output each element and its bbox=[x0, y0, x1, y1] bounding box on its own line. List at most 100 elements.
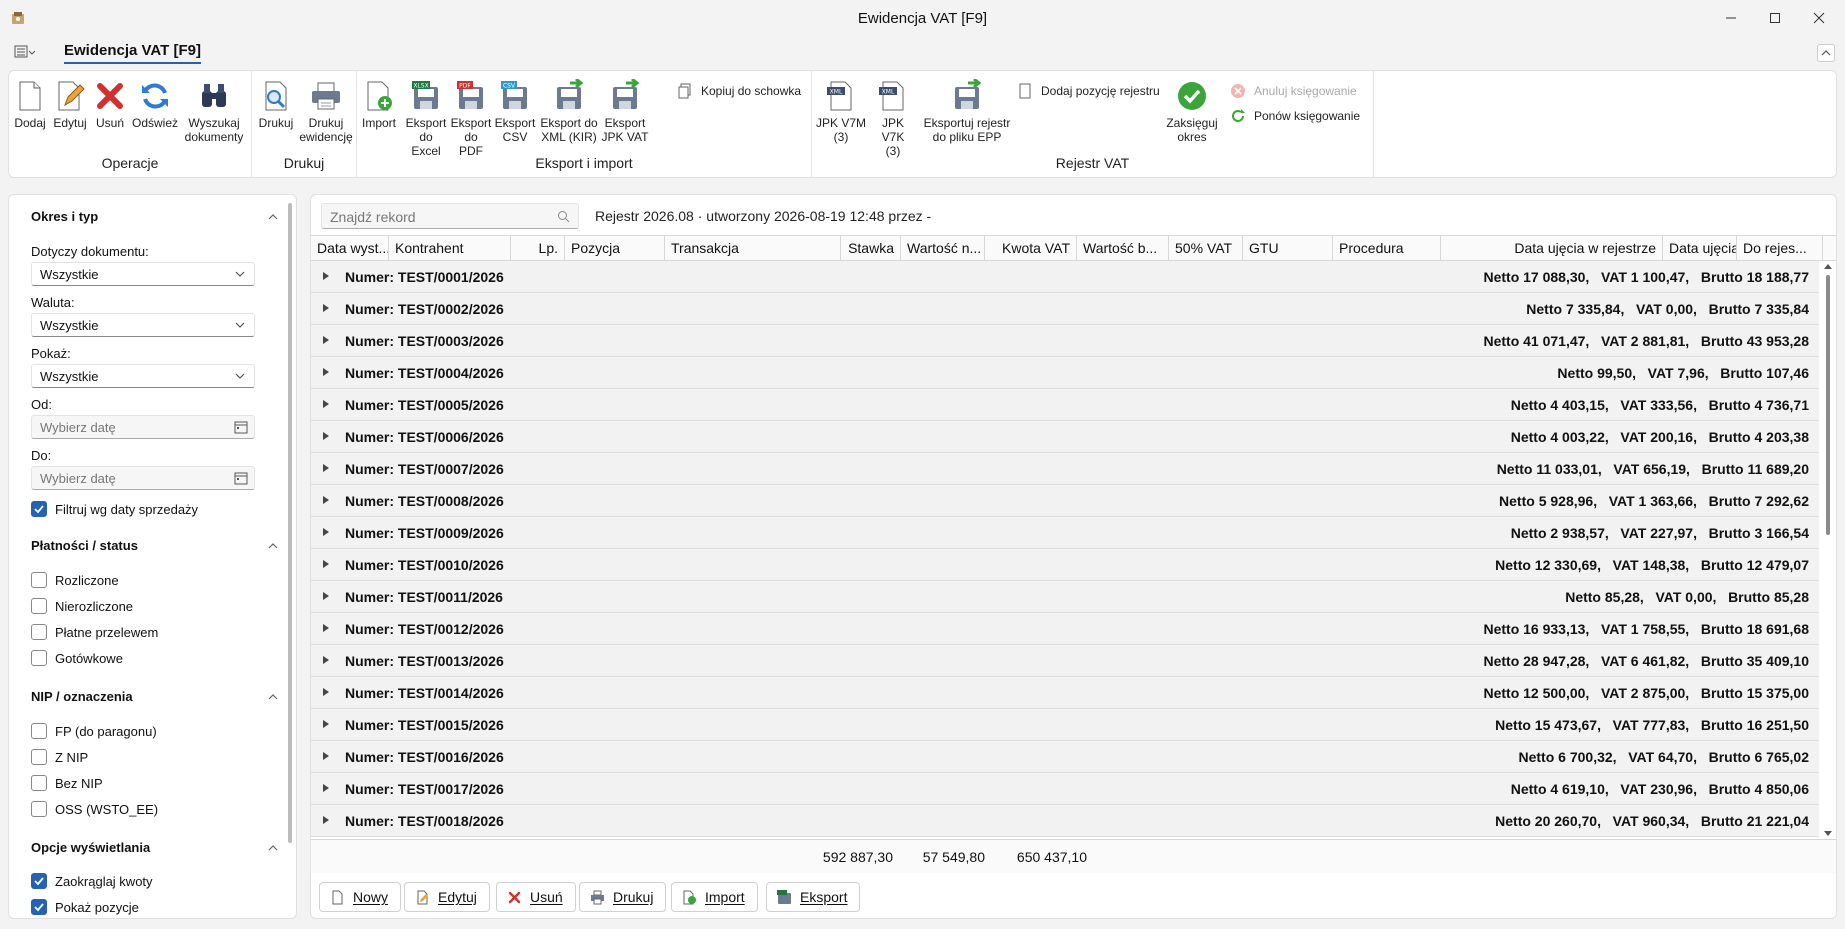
chevron-up-icon[interactable] bbox=[266, 843, 280, 853]
expand-triangle-icon[interactable] bbox=[323, 272, 329, 280]
oss-checkbox[interactable]: OSS (WSTO_EE) bbox=[31, 801, 158, 817]
chevron-up-icon[interactable] bbox=[266, 212, 280, 222]
column-header[interactable]: Pozycja bbox=[565, 236, 665, 261]
search-input[interactable]: Znajdź rekord bbox=[321, 203, 579, 229]
column-header[interactable]: Wartość n... bbox=[901, 236, 985, 261]
eksport-pdf-button[interactable]: PDF Eksport do PDF bbox=[451, 79, 491, 158]
edytuj-bottom-button[interactable]: Edytuj bbox=[404, 882, 490, 912]
column-header[interactable]: Kontrahent bbox=[389, 236, 511, 261]
group-row[interactable]: Numer: TEST/0017/2026 Netto 4 619,10, VAT… bbox=[311, 773, 1819, 805]
group-row[interactable]: Numer: TEST/0009/2026 Netto 2 938,57, VAT… bbox=[311, 517, 1819, 549]
nowy-button[interactable]: Nowy bbox=[319, 882, 402, 912]
group-row[interactable]: Numer: TEST/0014/2026 Netto 12 500,00, VA… bbox=[311, 677, 1819, 709]
expand-triangle-icon[interactable] bbox=[323, 528, 329, 536]
z-nip-checkbox[interactable]: Z NIP bbox=[31, 749, 88, 765]
usun-button[interactable]: Usuń bbox=[94, 79, 126, 130]
group-row[interactable]: Numer: TEST/0003/2026 Netto 41 071,47, VA… bbox=[311, 325, 1819, 357]
column-header[interactable]: Procedura bbox=[1333, 236, 1441, 261]
section-okres-i-typ[interactable]: Okres i typ bbox=[31, 209, 98, 224]
expand-triangle-icon[interactable] bbox=[323, 752, 329, 760]
expand-triangle-icon[interactable] bbox=[323, 720, 329, 728]
section-nip-oznaczenia[interactable]: NIP / oznaczenia bbox=[31, 689, 133, 704]
section-platnosci-status[interactable]: Płatności / status bbox=[31, 538, 138, 553]
expand-triangle-icon[interactable] bbox=[323, 688, 329, 696]
expand-triangle-icon[interactable] bbox=[323, 624, 329, 632]
group-row[interactable]: Numer: TEST/0008/2026 Netto 5 928,96, VAT… bbox=[311, 485, 1819, 517]
zaksieguj-okres-button[interactable]: Zaksięguj okres bbox=[1164, 79, 1220, 144]
rozliczone-checkbox[interactable]: Rozliczone bbox=[31, 572, 119, 588]
bez-nip-checkbox[interactable]: Bez NIP bbox=[31, 775, 103, 791]
group-row[interactable]: Numer: TEST/0012/2026 Netto 16 933,13, VA… bbox=[311, 613, 1819, 645]
group-row[interactable]: Numer: TEST/0013/2026 Netto 28 947,28, VA… bbox=[311, 645, 1819, 677]
column-header[interactable]: Transakcja bbox=[665, 236, 841, 261]
group-row[interactable]: Numer: TEST/0007/2026 Netto 11 033,01, VA… bbox=[311, 453, 1819, 485]
expand-triangle-icon[interactable] bbox=[323, 368, 329, 376]
close-button[interactable] bbox=[1796, 0, 1842, 36]
group-row[interactable]: Numer: TEST/0005/2026 Netto 4 403,15, VAT… bbox=[311, 389, 1819, 421]
eksport-jpk-vat-button[interactable]: Eksport JPK VAT bbox=[601, 79, 649, 144]
filtruj-sprzedaz-checkbox[interactable]: Filtruj wg daty sprzedaży bbox=[31, 501, 198, 517]
column-header[interactable]: Data ujęcia w rejestrze bbox=[1441, 236, 1663, 261]
calendar-icon[interactable] bbox=[234, 471, 248, 485]
od-date-input[interactable]: Wybierz datę bbox=[31, 415, 255, 439]
column-header[interactable]: Stawka bbox=[841, 236, 901, 261]
scroll-up-icon[interactable] bbox=[1824, 264, 1832, 269]
jpk-v7m-button[interactable]: XML JPK V7M (3) bbox=[816, 79, 866, 144]
drukuj-button[interactable]: Drukuj bbox=[258, 79, 294, 130]
dotyczy-select[interactable]: Wszystkie bbox=[31, 262, 255, 286]
expand-triangle-icon[interactable] bbox=[323, 592, 329, 600]
section-opcje-wyswietlania[interactable]: Opcje wyświetlania bbox=[31, 840, 150, 855]
group-row[interactable]: Numer: TEST/0011/2026 Netto 85,28, VAT 0,… bbox=[311, 581, 1819, 613]
nierozliczone-checkbox[interactable]: Nierozliczone bbox=[31, 598, 133, 614]
collapse-ribbon-button[interactable] bbox=[1817, 44, 1835, 62]
expand-triangle-icon[interactable] bbox=[323, 816, 329, 824]
drukuj-bottom-button[interactable]: Drukuj bbox=[579, 882, 667, 912]
wyszukaj-dokumenty-button[interactable]: Wyszukaj dokumenty bbox=[183, 79, 245, 144]
do-date-input[interactable]: Wybierz datę bbox=[31, 466, 255, 490]
odswiez-button[interactable]: Odśwież bbox=[132, 79, 178, 130]
zaokraglaj-checkbox[interactable]: Zaokrąglaj kwoty bbox=[31, 873, 153, 889]
anuluj-ksiegowanie-button[interactable]: Anuluj księgowanie bbox=[1230, 83, 1357, 99]
pokaz-pozycje-checkbox[interactable]: Pokaż pozycje bbox=[31, 899, 139, 915]
menu-icon[interactable] bbox=[14, 44, 36, 60]
expand-triangle-icon[interactable] bbox=[323, 496, 329, 504]
expand-triangle-icon[interactable] bbox=[323, 336, 329, 344]
column-header[interactable]: 50% VAT bbox=[1169, 236, 1243, 261]
drukuj-ewidencje-button[interactable]: Drukuj ewidencję bbox=[299, 79, 353, 144]
import-bottom-button[interactable]: Import bbox=[671, 882, 758, 912]
expand-triangle-icon[interactable] bbox=[323, 432, 329, 440]
group-row[interactable]: Numer: TEST/0002/2026 Netto 7 335,84, VAT… bbox=[311, 293, 1819, 325]
column-header[interactable]: Data ujęcia bbox=[1663, 236, 1737, 261]
calendar-icon[interactable] bbox=[234, 420, 248, 434]
eksport-csv-button[interactable]: CSV Eksport CSV bbox=[493, 79, 537, 144]
gotowkowe-checkbox[interactable]: Gotówkowe bbox=[31, 650, 123, 666]
group-row[interactable]: Numer: TEST/0010/2026 Netto 12 330,69, VA… bbox=[311, 549, 1819, 581]
edytuj-button[interactable]: Edytuj bbox=[52, 79, 88, 130]
expand-triangle-icon[interactable] bbox=[323, 464, 329, 472]
expand-triangle-icon[interactable] bbox=[323, 560, 329, 568]
dodaj-pozycje-rejestru-button[interactable]: Dodaj pozycję rejestru bbox=[1017, 83, 1160, 99]
group-row[interactable]: Numer: TEST/0001/2026 Netto 17 088,30, VA… bbox=[311, 261, 1819, 293]
group-row[interactable]: Numer: TEST/0004/2026 Netto 99,50, VAT 7,… bbox=[311, 357, 1819, 389]
chevron-up-icon[interactable] bbox=[266, 541, 280, 551]
scroll-down-icon[interactable] bbox=[1824, 831, 1832, 836]
kopiuj-do-schowka-button[interactable]: Kopiuj do schowka bbox=[677, 83, 801, 99]
dodaj-button[interactable]: Dodaj bbox=[13, 79, 47, 130]
tab-ewidencja-vat[interactable]: Ewidencja VAT [F9] bbox=[64, 42, 201, 64]
expand-triangle-icon[interactable] bbox=[323, 304, 329, 312]
column-header[interactable]: Data wyst... bbox=[311, 236, 389, 261]
przelew-checkbox[interactable]: Płatne przelewem bbox=[31, 624, 158, 640]
group-row[interactable]: Numer: TEST/0015/2026 Netto 15 473,67, VA… bbox=[311, 709, 1819, 741]
fp-checkbox[interactable]: FP (do paragonu) bbox=[31, 723, 157, 739]
column-header[interactable]: Wartość b... bbox=[1077, 236, 1169, 261]
column-header[interactable]: Kwota VAT bbox=[985, 236, 1077, 261]
eksport-excel-button[interactable]: XLSX Eksport do Excel bbox=[403, 79, 449, 158]
pokaz-select[interactable]: Wszystkie bbox=[31, 364, 255, 388]
expand-triangle-icon[interactable] bbox=[323, 400, 329, 408]
usun-bottom-button[interactable]: Usuń bbox=[496, 882, 576, 912]
column-header[interactable]: Do rejes... bbox=[1737, 236, 1823, 261]
column-header[interactable]: Lp. bbox=[511, 236, 565, 261]
expand-triangle-icon[interactable] bbox=[323, 784, 329, 792]
expand-triangle-icon[interactable] bbox=[323, 656, 329, 664]
ponow-ksiegowanie-button[interactable]: Ponów księgowanie bbox=[1230, 108, 1360, 124]
